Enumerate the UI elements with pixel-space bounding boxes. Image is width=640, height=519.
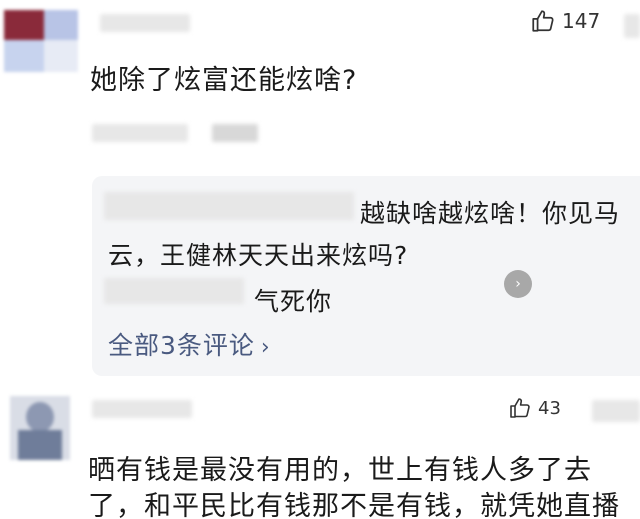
avatar[interactable] — [10, 396, 70, 460]
view-all-replies-link[interactable]: 全部3条评论 › — [108, 326, 271, 362]
reply-text: 云，王健林天天出来炫吗? — [108, 241, 409, 270]
comment-item: 43 晒有钱是最没有用的，世上有钱人多了去 了，和平民比有钱那不是有钱，就凭她直… — [0, 384, 640, 519]
comment-text: 了，和平民比有钱那不是有钱，就凭她直播 — [88, 491, 620, 519]
like-button[interactable]: 43 — [508, 396, 561, 420]
more-options[interactable] — [624, 14, 640, 38]
like-button[interactable]: 147 — [530, 8, 600, 34]
reply-text: 气死你 — [254, 287, 333, 316]
like-count: 43 — [538, 397, 561, 419]
like-count: 147 — [562, 9, 601, 33]
chevron-right-icon: › — [260, 335, 271, 360]
reply-username[interactable] — [104, 192, 354, 220]
username[interactable] — [100, 14, 190, 32]
reply-username[interactable] — [104, 278, 244, 304]
avatar[interactable] — [4, 10, 78, 72]
thumbs-up-icon — [510, 398, 530, 418]
more-options[interactable] — [592, 400, 640, 422]
expand-reply-icon[interactable]: › — [504, 270, 532, 298]
comment-text: 她除了炫富还能炫啥? — [90, 65, 358, 96]
username[interactable] — [92, 400, 192, 418]
comment-meta — [212, 124, 258, 142]
comment-text: 晒有钱是最没有用的，世上有钱人多了去 — [88, 455, 592, 486]
reply-text: 越缺啥越炫啥！你见马 — [360, 199, 621, 228]
thumbs-up-icon — [532, 10, 554, 32]
view-all-replies-label: 全部3条评论 — [108, 331, 255, 360]
comment-item: 147 她除了炫富还能炫啥? — [0, 0, 640, 170]
comment-meta — [92, 124, 188, 142]
